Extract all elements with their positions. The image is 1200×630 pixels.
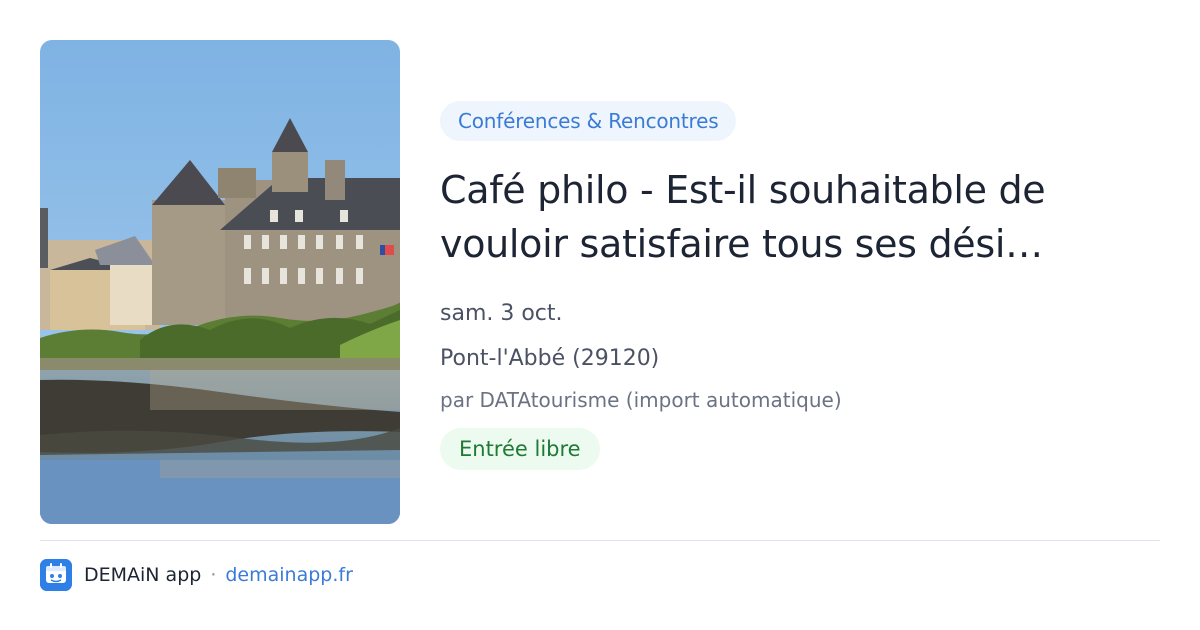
event-location: Pont-l'Abbé (29120) bbox=[440, 346, 660, 371]
event-details: Conférences & Rencontres Café philo - Es… bbox=[440, 101, 1140, 470]
event-preview-card: Conférences & Rencontres Café philo - Es… bbox=[0, 0, 1200, 630]
app-url-link[interactable]: demainapp.fr bbox=[225, 564, 353, 586]
footer-separator: · bbox=[210, 564, 217, 586]
footer: DEMAiN app · demainapp.fr bbox=[40, 558, 353, 592]
event-date: sam. 3 oct. bbox=[440, 301, 563, 326]
event-title[interactable]: Café philo - Est-il souhaitable de voulo… bbox=[440, 163, 1140, 271]
event-author: par DATAtourisme (import automatique) bbox=[440, 388, 842, 412]
price-badge: Entrée libre bbox=[440, 428, 600, 470]
footer-divider bbox=[40, 540, 1160, 541]
app-name: DEMAiN app bbox=[84, 564, 202, 586]
chateau-photo bbox=[40, 40, 400, 524]
event-title-line-2: vouloir satisfaire tous ses dési… bbox=[440, 222, 1043, 266]
event-title-line-1: Café philo - Est-il souhaitable de bbox=[440, 168, 1046, 212]
event-photo bbox=[40, 40, 400, 524]
demain-logo-icon bbox=[40, 559, 72, 591]
category-badge[interactable]: Conférences & Rencontres bbox=[440, 101, 737, 141]
